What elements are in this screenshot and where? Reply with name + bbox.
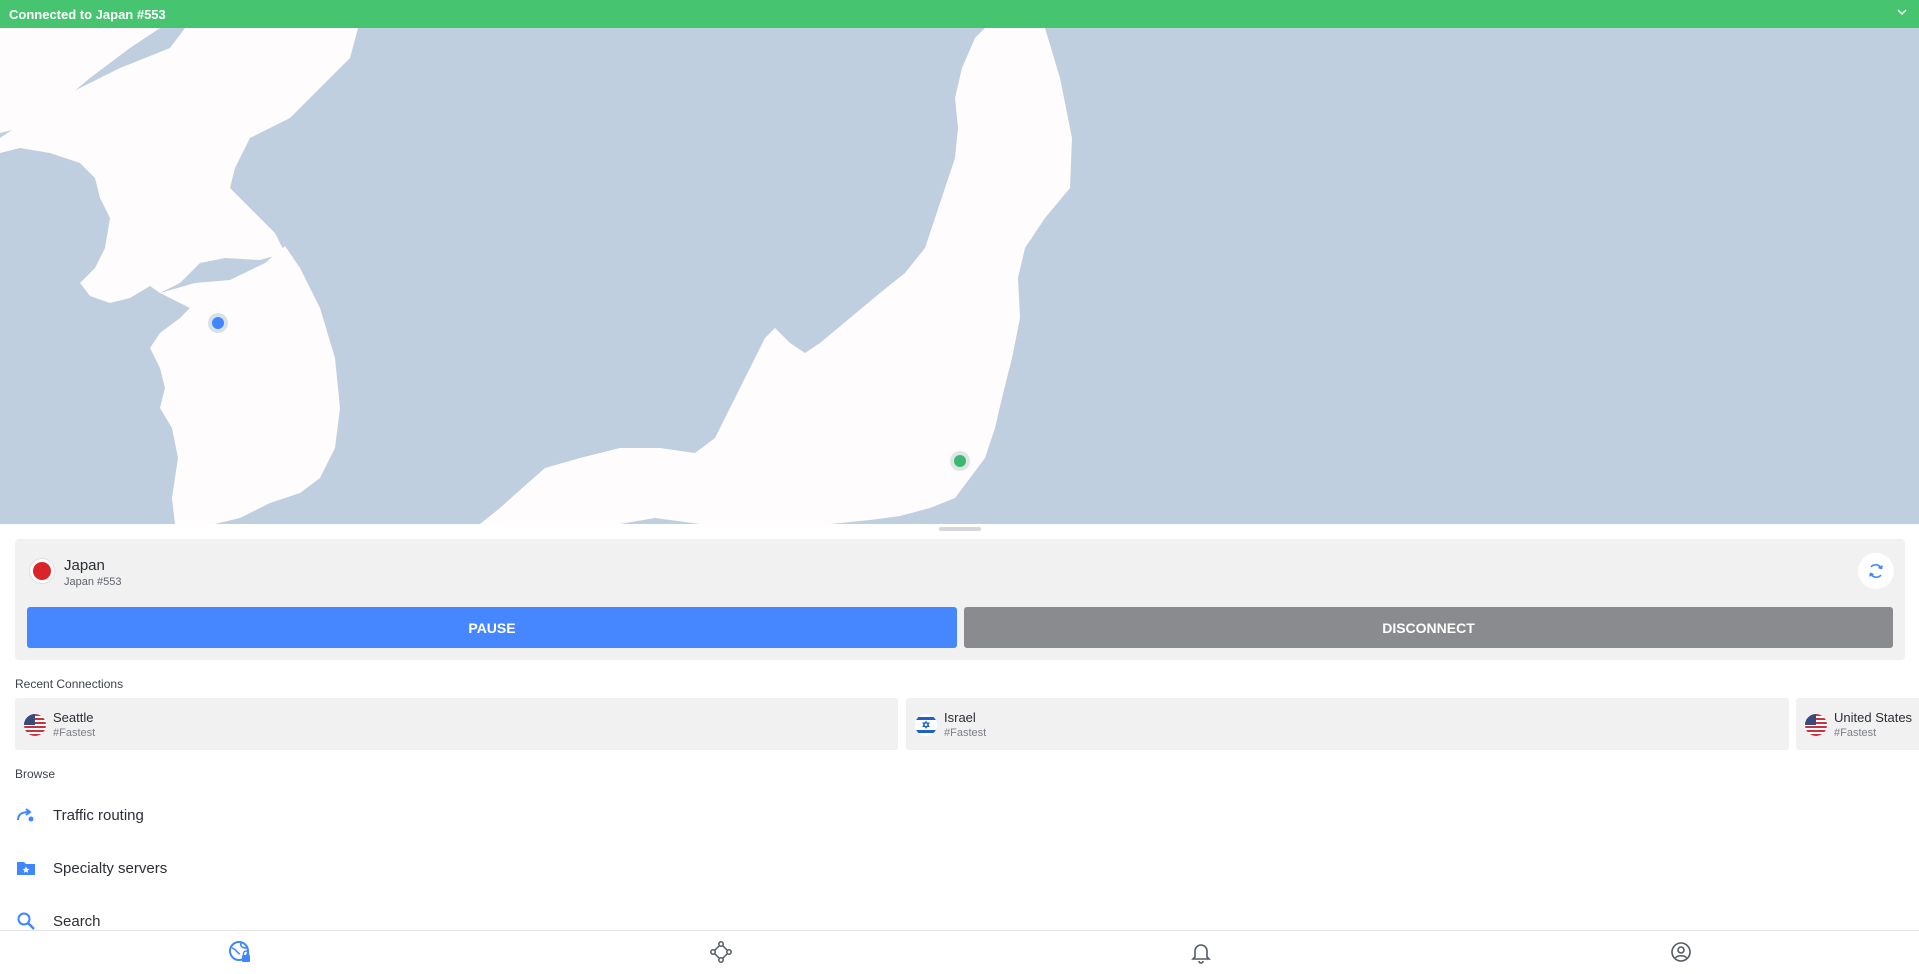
japan-flag-icon [29,558,55,584]
profile-icon [1671,942,1691,962]
bell-icon [1191,944,1211,964]
server-marker-seoul[interactable] [208,313,228,333]
connection-status-bar[interactable]: Connected to Japan #553 [0,0,1919,28]
recent-item-name: United States [1834,710,1913,725]
browse-item-label: Search [53,912,101,930]
server-map[interactable] [0,28,1919,524]
pause-button[interactable]: PAUSE [27,607,957,648]
connection-status-text: Connected to Japan #553 [9,6,166,22]
browse-item-label: Specialty servers [53,859,168,877]
nav-profile-tab[interactable] [1669,940,1693,964]
map-land-japan [480,28,1072,524]
recent-item-sub: #Fastest [53,727,96,739]
reconnect-button[interactable] [1858,553,1894,589]
connection-server: Japan #553 [64,576,122,588]
us-flag-icon [1805,714,1827,736]
nav-notifications-tab[interactable] [1189,940,1213,964]
recent-item-israel[interactable]: Israel #Fastest [906,698,1789,750]
recent-item-sub: #Fastest [944,727,987,739]
browse-heading: Browse [15,767,56,781]
disconnect-button[interactable]: DISCONNECT [964,607,1893,648]
recent-item-name: Israel [944,710,976,725]
recent-item-sub: #Fastest [1834,727,1877,739]
recent-item-united-states[interactable]: United States #Fastest [1796,698,1919,750]
browse-item-label: Traffic routing [53,806,144,824]
globe-lock-icon [229,941,250,962]
traffic-routing-icon [15,804,37,826]
meshnet-icon [710,941,732,963]
map-land-korea-south [150,246,340,524]
israel-flag-icon [915,714,937,736]
bottom-navigation [0,930,1919,974]
search-icon [15,910,37,932]
us-flag-icon [24,714,46,736]
recent-item-seattle[interactable]: Seattle #Fastest [15,698,898,750]
recent-connections-heading: Recent Connections [15,677,124,691]
specialty-folder-icon [15,857,37,879]
browse-item-specialty-servers[interactable]: Specialty servers [15,853,415,883]
current-connection-card: Japan Japan #553 PAUSE DISCONNECT [15,539,1905,660]
browse-item-traffic-routing[interactable]: Traffic routing [15,800,415,830]
panel-drag-handle[interactable] [939,527,981,531]
refresh-icon [1869,563,1883,579]
nav-vpn-tab[interactable] [228,940,252,964]
nav-meshnet-tab[interactable] [709,940,733,964]
connection-country: Japan [64,557,105,574]
server-marker-japan-connected[interactable] [950,451,970,471]
chevron-down-icon[interactable] [1895,5,1909,19]
recent-item-name: Seattle [53,710,94,725]
